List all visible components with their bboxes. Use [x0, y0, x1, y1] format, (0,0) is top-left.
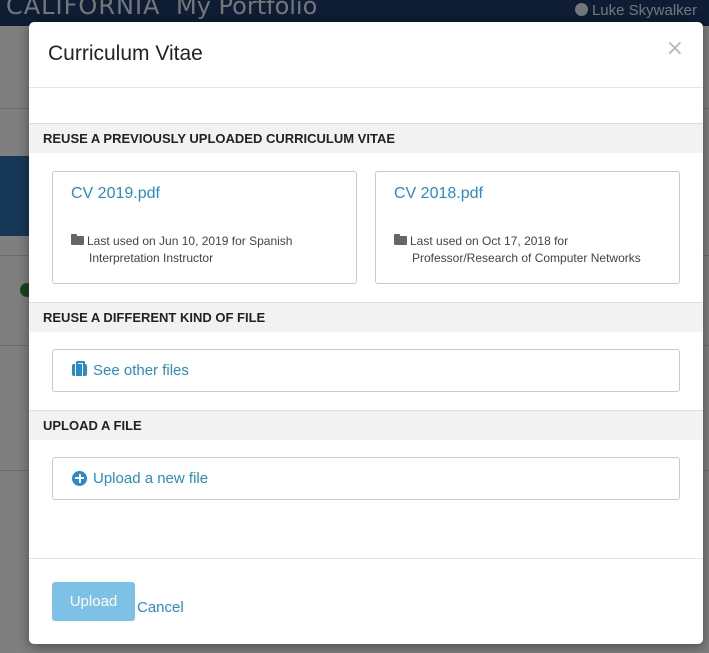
cv-meta-line: Last used on Oct 17, 2018 for: [410, 234, 569, 248]
modal-title: Curriculum Vitae: [48, 42, 203, 65]
cv-file-meta: Last used on Jun 10, 2019 for Spanish In…: [71, 233, 344, 267]
upload-new-file-label: Upload a new file: [93, 470, 209, 487]
cv-file-name[interactable]: CV 2018.pdf: [394, 185, 483, 203]
section-header-reuse-other: REUSE A DIFFERENT KIND OF FILE: [29, 302, 703, 332]
cv-meta-line: Professor/Research of Computer Networks: [412, 251, 641, 265]
curriculum-vitae-dialog: Curriculum Vitae × REUSE A PREVIOUSLY UP…: [29, 22, 703, 644]
cv-file-card[interactable]: CV 2019.pdf Last used on Jun 10, 2019 fo…: [52, 171, 357, 284]
upload-button[interactable]: Upload: [52, 582, 135, 621]
cv-file-card[interactable]: CV 2018.pdf Last used on Oct 17, 2018 fo…: [375, 171, 680, 284]
cv-meta-line: Interpretation Instructor: [89, 251, 214, 265]
plus-circle-icon: [72, 471, 87, 486]
folder-icon: [394, 234, 407, 245]
cv-file-meta: Last used on Oct 17, 2018 for Professor/…: [394, 233, 667, 267]
see-other-files-label: See other files: [93, 362, 189, 379]
folder-icon: [71, 234, 84, 245]
see-other-files-button[interactable]: See other files: [52, 349, 680, 392]
close-icon[interactable]: ×: [666, 38, 684, 60]
modal-header: Curriculum Vitae ×: [29, 22, 703, 88]
cv-meta-line: Last used on Jun 10, 2019 for Spanish: [87, 234, 293, 248]
modal-footer: Upload Cancel: [29, 558, 703, 644]
section-header-upload: UPLOAD A FILE: [29, 410, 703, 440]
section-header-reuse-cv: REUSE A PREVIOUSLY UPLOADED CURRICULUM V…: [29, 123, 703, 153]
briefcase-icon: [72, 361, 87, 376]
upload-new-file-button[interactable]: Upload a new file: [52, 457, 680, 500]
cancel-link[interactable]: Cancel: [137, 599, 184, 616]
cv-file-name[interactable]: CV 2019.pdf: [71, 185, 160, 203]
